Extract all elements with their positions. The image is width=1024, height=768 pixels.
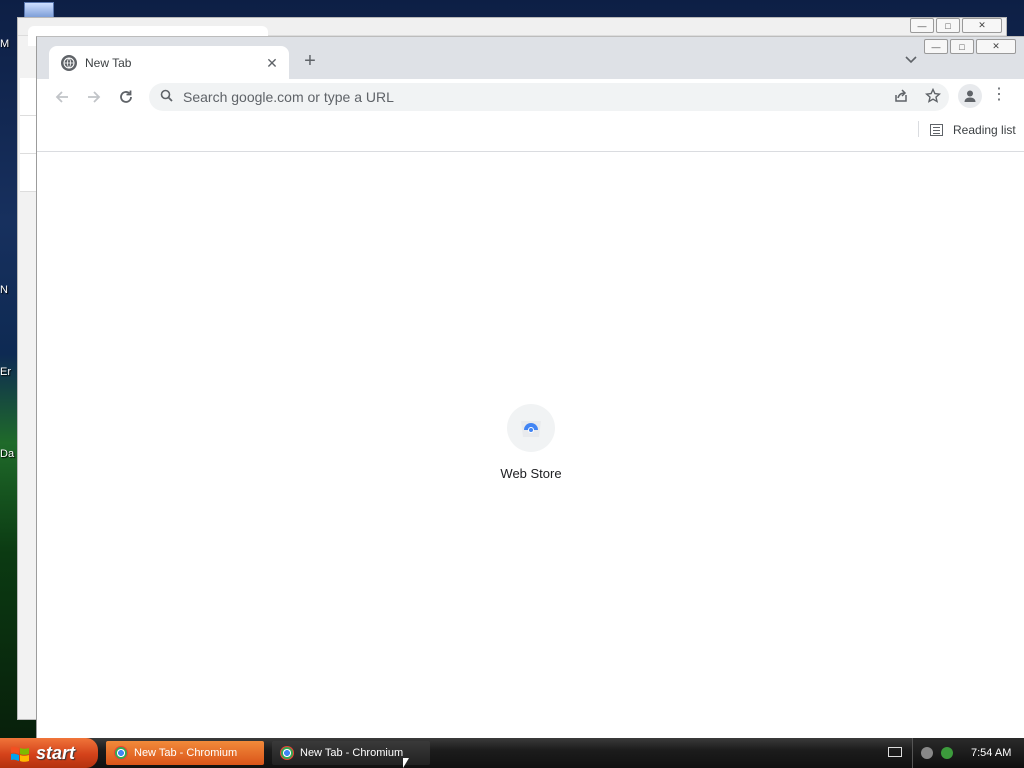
chromium-icon: [280, 746, 294, 760]
bookmarks-separator: [918, 121, 919, 137]
desktop-icon-label[interactable]: M: [0, 38, 18, 50]
desktop-icon-label[interactable]: Er: [0, 366, 18, 378]
address-input[interactable]: [183, 89, 885, 105]
keyboard-icon[interactable]: [888, 747, 902, 757]
start-label: start: [36, 742, 76, 763]
plus-icon[interactable]: +: [299, 51, 321, 73]
desktop-icon-label[interactable]: Da: [0, 448, 18, 460]
share-icon[interactable]: [885, 88, 917, 107]
network-icon[interactable]: [921, 747, 933, 759]
web-store-icon: [507, 404, 555, 452]
close-icon[interactable]: ✕: [263, 54, 281, 72]
search-icon: [149, 89, 183, 105]
close-button[interactable]: ✕: [962, 18, 1002, 33]
tab-new-tab[interactable]: New Tab ✕: [49, 46, 289, 79]
close-button[interactable]: ✕: [976, 39, 1016, 54]
reading-list-button[interactable]: Reading list: [930, 120, 1016, 140]
mouse-cursor: [403, 758, 409, 768]
new-tab-page: Web Store: [37, 152, 1024, 741]
star-icon[interactable]: [917, 87, 949, 107]
profile-icon[interactable]: [958, 84, 982, 108]
back-arrow-icon[interactable]: [46, 83, 78, 111]
tab-title: New Tab: [85, 55, 132, 70]
taskbar-item-label: New Tab - Chromium: [300, 747, 404, 759]
network-icon[interactable]: [941, 747, 953, 759]
chevron-down-icon[interactable]: [902, 53, 920, 71]
forward-arrow-icon[interactable]: [78, 83, 110, 111]
back-window-controls: — □ ✕: [908, 18, 1002, 33]
desktop-icon-image[interactable]: [24, 2, 54, 18]
maximize-button[interactable]: □: [950, 39, 974, 54]
minimize-button[interactable]: —: [910, 18, 934, 33]
system-tray: 7:54 AM: [912, 738, 1024, 768]
toolbar: ⋮: [37, 79, 1024, 115]
reload-icon[interactable]: [110, 83, 142, 111]
kebab-menu-icon[interactable]: ⋮: [991, 85, 1007, 107]
clock[interactable]: 7:54 AM: [971, 747, 1011, 759]
windows-flag-icon: [11, 746, 29, 762]
window-controls: — □ ✕: [922, 39, 1016, 54]
shortcut-label: Web Store: [500, 466, 562, 481]
reading-list-label: Reading list: [953, 123, 1016, 137]
tab-strip: — □ ✕ New Tab ✕ +: [37, 37, 1024, 79]
bookmarks-bar: Reading list: [37, 115, 1024, 152]
taskbar-item[interactable]: New Tab - Chromium: [106, 741, 264, 765]
minimize-button[interactable]: —: [924, 39, 948, 54]
omnibox[interactable]: [149, 83, 949, 111]
chromium-icon: [114, 746, 128, 760]
globe-icon: [61, 54, 77, 71]
taskbar: start New Tab - Chromium New Tab - Chrom…: [0, 738, 1024, 768]
desktop-icon-label[interactable]: N: [0, 284, 18, 296]
maximize-button[interactable]: □: [936, 18, 960, 33]
start-button[interactable]: start: [0, 738, 98, 768]
shortcut-web-store[interactable]: Web Store: [495, 404, 567, 481]
reading-list-icon: [930, 124, 943, 136]
taskbar-item-label: New Tab - Chromium: [134, 747, 238, 759]
browser-window: — □ ✕ New Tab ✕ + Search google.com or t…: [36, 36, 1024, 741]
